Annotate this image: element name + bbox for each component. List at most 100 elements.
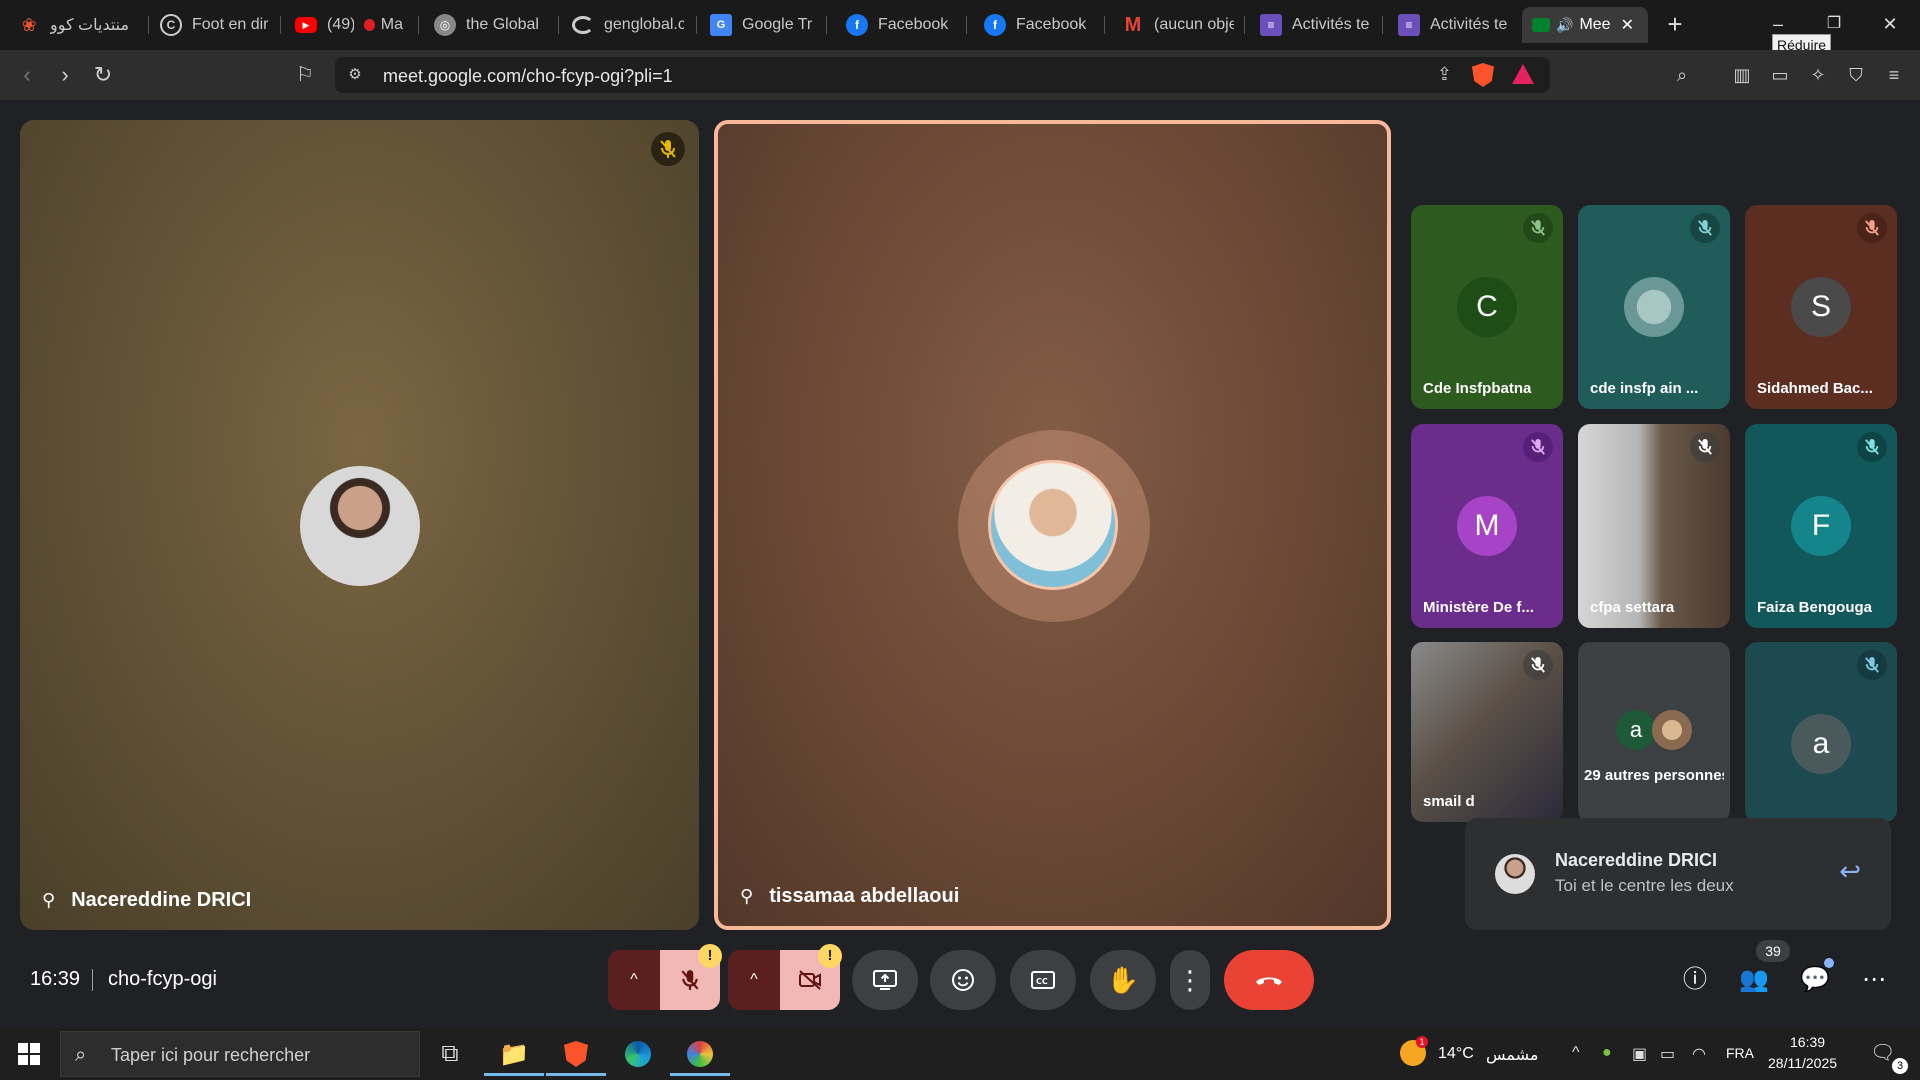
file-explorer-icon[interactable]: 📁	[484, 1032, 544, 1076]
windows-taskbar: ⌕ Taper ici pour rechercher ⧉ 📁 1 14°C م…	[0, 1028, 1920, 1080]
warning-icon: !	[818, 944, 842, 968]
notifications-icon[interactable]: 🗨	[1870, 1040, 1895, 1065]
paint-app-icon[interactable]	[670, 1032, 730, 1076]
weather-temp[interactable]: 14°C	[1438, 1045, 1474, 1063]
tab-4[interactable]: ◎ the Global	[424, 7, 556, 43]
participant-initial: a	[1616, 710, 1656, 750]
tab-separator	[1382, 16, 1383, 34]
weather-description[interactable]: مشمس	[1486, 1045, 1539, 1065]
screenshot-icon[interactable]: ⌕	[1670, 63, 1694, 87]
emoji-reaction-button[interactable]	[930, 950, 996, 1010]
participant-avatar	[1652, 710, 1692, 750]
brave-browser-icon[interactable]	[546, 1032, 606, 1076]
site-info-icon[interactable]: ⚙	[345, 65, 365, 85]
tab-title: Mee	[1579, 16, 1611, 33]
participant-name: Sidahmed Bac...	[1757, 380, 1873, 397]
address-bar[interactable]: ⚙ meet.google.com/cho-fcyp-ogi?pli=1 ⇪	[335, 57, 1550, 93]
participant-tile[interactable]: F Faiza Bengouga	[1745, 424, 1897, 628]
unread-dot	[1824, 958, 1834, 968]
tab-8[interactable]: f Facebook	[974, 7, 1106, 43]
site-icon: ≡	[1260, 14, 1282, 36]
tab-6[interactable]: G Google Trad	[700, 7, 822, 43]
app-tray-icon[interactable]: ●	[1602, 1044, 1612, 1062]
tab-title: (aucun obje	[1154, 16, 1234, 33]
tab-11[interactable]: ≡ Activités te	[1388, 7, 1520, 43]
participant-tile-main-1[interactable]: ⚲ Nacereddine DRICI	[20, 120, 699, 930]
wallet-icon[interactable]: ▭	[1768, 63, 1792, 87]
brave-shields-icon[interactable]	[1472, 63, 1494, 87]
more-options-icon[interactable]: ⋮	[1170, 950, 1210, 1010]
tab-title: Activités te	[1292, 16, 1370, 33]
activities-icon[interactable]: ⋯	[1854, 960, 1894, 1000]
reply-icon[interactable]: ↩	[1839, 856, 1861, 887]
show-hidden-icons-icon[interactable]: ^	[1572, 1044, 1580, 1062]
tab-title: Activités te	[1430, 16, 1508, 33]
input-language[interactable]: FRA	[1726, 1045, 1754, 1061]
participant-tile-video[interactable]: smail d	[1411, 642, 1563, 822]
raise-hand-button[interactable]: ✋	[1090, 950, 1156, 1010]
back-button[interactable]: ‹	[14, 62, 40, 88]
device-icon[interactable]: ▣	[1632, 1044, 1647, 1064]
system-time[interactable]: 16:39	[1790, 1034, 1825, 1050]
task-view-icon[interactable]: ⧉	[420, 1032, 480, 1076]
video-options-chevron-icon[interactable]: ^	[728, 950, 780, 1010]
tab-title: Facebook	[878, 16, 949, 33]
new-tab-button[interactable]: +	[1660, 10, 1690, 40]
pin-icon[interactable]: ⚲	[42, 890, 55, 911]
sidebar-icon[interactable]: ▥	[1730, 63, 1754, 87]
windows-start-icon[interactable]	[18, 1043, 40, 1065]
audio-options-chevron-icon[interactable]: ^	[608, 950, 660, 1010]
pin-icon[interactable]: ⚲	[740, 886, 753, 907]
close-window-button[interactable]: ✕	[1870, 8, 1910, 40]
meeting-code: cho-fcyp-ogi	[108, 968, 217, 990]
brave-rewards-icon[interactable]	[1512, 64, 1534, 84]
share-icon[interactable]: ⇪	[1437, 64, 1452, 85]
captions-button[interactable]: CC	[1010, 950, 1076, 1010]
tab-7[interactable]: f Facebook	[836, 7, 968, 43]
loading-icon	[572, 16, 594, 34]
participant-tile[interactable]: M Ministère De f...	[1411, 424, 1563, 628]
tab-5[interactable]: genglobal.c	[562, 7, 694, 43]
participant-initial: C	[1457, 277, 1517, 337]
forward-button[interactable]: ›	[52, 62, 78, 88]
system-date[interactable]: 28/11/2025	[1768, 1055, 1837, 1071]
muted-icon	[1690, 432, 1720, 462]
wifi-icon[interactable]: ◠	[1692, 1044, 1706, 1064]
leave-call-button[interactable]	[1224, 950, 1314, 1010]
present-screen-button[interactable]	[852, 950, 918, 1010]
edge-browser-icon[interactable]	[608, 1032, 668, 1076]
menu-icon[interactable]: ≡	[1882, 63, 1906, 87]
audio-playing-icon[interactable]: 🔊	[1556, 17, 1573, 34]
tab-close-icon[interactable]: ✕	[1621, 15, 1634, 35]
tab-title: منتديات كوو	[50, 17, 130, 34]
tab-10[interactable]: ≡ Activités te	[1250, 7, 1382, 43]
battery-icon[interactable]: ▭	[1660, 1044, 1675, 1064]
tab-9[interactable]: M (aucun obje	[1112, 7, 1244, 43]
tab-separator	[826, 16, 827, 34]
tab-3[interactable]: ▶ (49) Ma	[285, 7, 413, 43]
others-tile[interactable]: a 29 autres personnes	[1578, 642, 1730, 822]
meeting-details-icon[interactable]: ⓘ	[1675, 960, 1715, 1000]
participant-tile[interactable]: C Cde Insfpbatna	[1411, 205, 1563, 409]
people-icon[interactable]: 👥	[1734, 960, 1774, 1000]
chat-notification[interactable]: Nacereddine DRICI Toi et le centre les d…	[1465, 818, 1891, 930]
participant-tile[interactable]: a	[1745, 642, 1897, 822]
url-text[interactable]: meet.google.com/cho-fcyp-ogi?pli=1	[383, 66, 673, 87]
tab-2[interactable]: C Foot en dire	[150, 7, 278, 43]
site-icon: ◎	[434, 14, 456, 36]
tab-meet-active[interactable]: 🔊 Mee ✕	[1522, 7, 1648, 43]
leo-ai-icon[interactable]: ✧	[1806, 63, 1830, 87]
participant-tile[interactable]: S Sidahmed Bac...	[1745, 205, 1897, 409]
participant-tile[interactable]: cde insfp ain ...	[1578, 205, 1730, 409]
vpn-icon[interactable]: ⛉	[1844, 63, 1868, 87]
participant-tile-main-2[interactable]: ⚲ tissamaa abdellaoui	[714, 120, 1391, 930]
recording-dot-icon	[363, 19, 375, 31]
reload-button[interactable]: ↻	[90, 62, 116, 88]
participant-avatar	[300, 466, 420, 586]
participant-name: smail d	[1423, 793, 1475, 810]
participant-name: ⚲ Nacereddine DRICI	[42, 889, 251, 912]
taskbar-search[interactable]: ⌕ Taper ici pour rechercher	[60, 1031, 420, 1077]
tab-1[interactable]: ❀ منتديات كوو	[8, 7, 148, 43]
bookmark-icon[interactable]: ⚐	[292, 62, 318, 88]
participant-tile-video[interactable]: cfpa settara	[1578, 424, 1730, 628]
